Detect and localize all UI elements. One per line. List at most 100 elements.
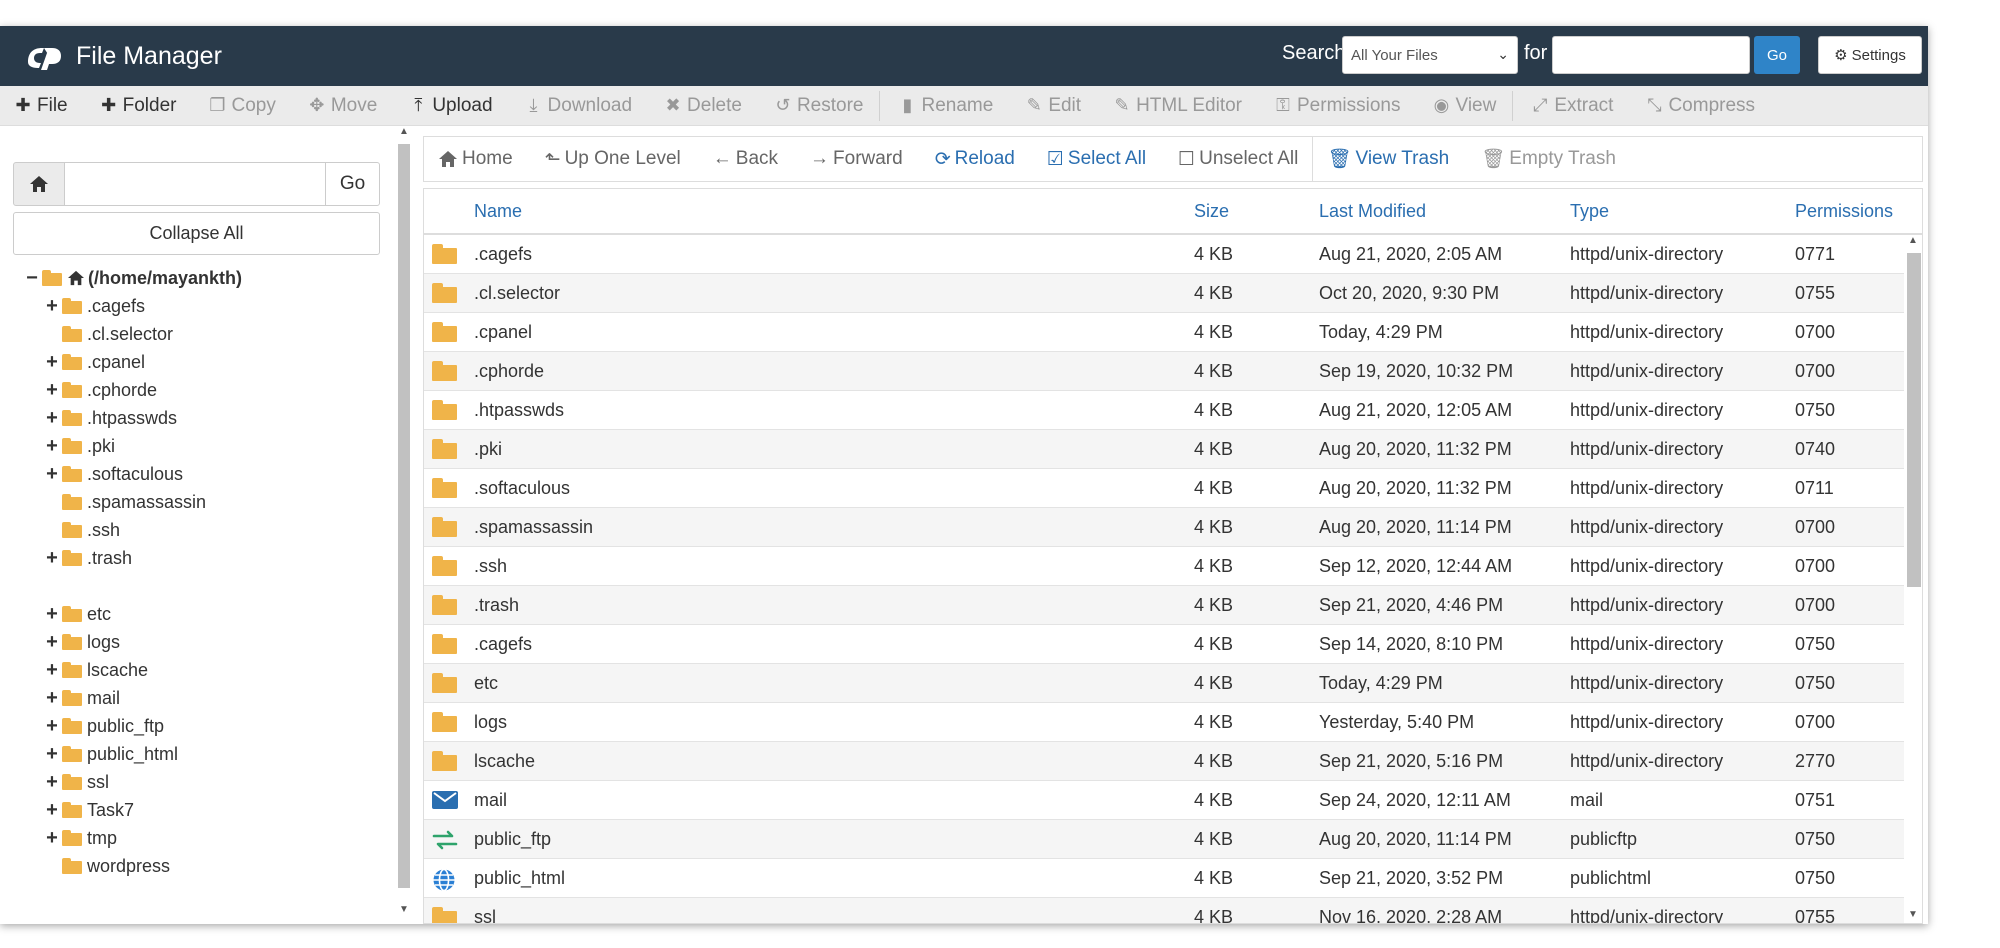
tree-item[interactable]: .spamassassin: [22, 488, 242, 516]
table-row[interactable]: .pki 4 KB Aug 20, 2020, 11:32 PM httpd/unix…: [424, 430, 1922, 469]
tree-item[interactable]: + lscache: [22, 656, 242, 684]
unselect-all-button[interactable]: ☐ Unselect All: [1178, 148, 1298, 171]
upload-button[interactable]: ⤒ Upload: [409, 95, 492, 117]
plus-icon[interactable]: +: [42, 659, 62, 682]
tree-item[interactable]: + .trash: [22, 544, 242, 572]
table-row[interactable]: mail 4 KB Sep 24, 2020, 12:11 AM mail 0751: [424, 781, 1922, 820]
tree-item[interactable]: + .pki: [22, 432, 242, 460]
column-header-permissions[interactable]: Permissions: [1795, 201, 1893, 222]
search-go-button[interactable]: Go: [1754, 36, 1800, 74]
plus-icon[interactable]: +: [42, 435, 62, 458]
plus-icon[interactable]: +: [42, 603, 62, 626]
plus-icon[interactable]: +: [42, 407, 62, 430]
tree-item[interactable]: + logs: [22, 628, 242, 656]
table-row[interactable]: .cphorde 4 KB Sep 19, 2020, 10:32 PM httpd/…: [424, 352, 1922, 391]
home-button[interactable]: [13, 162, 65, 206]
table-row[interactable]: .spamassassin 4 KB Aug 20, 2020, 11:14 PM h…: [424, 508, 1922, 547]
edit-button[interactable]: ✎ Edit: [1025, 95, 1081, 117]
minus-icon[interactable]: −: [22, 267, 42, 290]
path-go-button[interactable]: Go: [325, 162, 380, 206]
tree-item[interactable]: + .cagefs: [22, 292, 242, 320]
plus-icon[interactable]: +: [42, 827, 62, 850]
search-input[interactable]: [1552, 36, 1750, 74]
extract-button[interactable]: ⤢ Extract: [1531, 95, 1613, 117]
column-header-type[interactable]: Type: [1570, 201, 1609, 222]
tree-item[interactable]: + .htpasswds: [22, 404, 242, 432]
tree-item[interactable]: + mail: [22, 684, 242, 712]
rename-button[interactable]: ▮ Rename: [898, 95, 994, 117]
plus-icon[interactable]: +: [42, 295, 62, 318]
download-button[interactable]: ⤓ Download: [525, 95, 632, 117]
tree-item[interactable]: wordpress: [22, 852, 242, 880]
table-row[interactable]: .cagefs 4 KB Aug 21, 2020, 2:05 AM httpd/un…: [424, 235, 1922, 274]
scroll-down-icon[interactable]: ▼: [397, 904, 411, 915]
table-row[interactable]: ssl 4 KB Nov 16, 2020, 2:28 AM httpd/unix-d…: [424, 898, 1922, 923]
plus-icon[interactable]: +: [42, 715, 62, 738]
table-row[interactable]: .cagefs 4 KB Sep 14, 2020, 8:10 PM httpd/un…: [424, 625, 1922, 664]
tree-item[interactable]: .ssh: [22, 516, 242, 544]
table-row[interactable]: .cl.selector 4 KB Oct 20, 2020, 9:30 PM htt…: [424, 274, 1922, 313]
back-button[interactable]: ← Back: [713, 148, 778, 170]
html-editor-button[interactable]: ✎ HTML Editor: [1113, 95, 1242, 117]
move-button[interactable]: ✥ Move: [308, 95, 377, 117]
tree-item[interactable]: + .cphorde: [22, 376, 242, 404]
settings-button[interactable]: ⚙ Settings: [1818, 36, 1922, 74]
tree-item[interactable]: + tmp: [22, 824, 242, 852]
up-one-level-button[interactable]: ⬑ Up One Level: [545, 148, 681, 171]
permissions-button[interactable]: ⚿ Permissions: [1274, 95, 1400, 117]
search-scope-select[interactable]: All Your Files ⌄: [1342, 36, 1518, 74]
plus-icon[interactable]: +: [42, 379, 62, 402]
tree-item[interactable]: + .softaculous: [22, 460, 242, 488]
tree-item[interactable]: + .cpanel: [22, 348, 242, 376]
plus-icon[interactable]: +: [42, 687, 62, 710]
nav-home-button[interactable]: Home: [438, 148, 513, 170]
table-row[interactable]: .softaculous 4 KB Aug 20, 2020, 11:32 PM ht…: [424, 469, 1922, 508]
table-row[interactable]: public_html 4 KB Sep 21, 2020, 3:52 PM publ…: [424, 859, 1922, 898]
plus-icon[interactable]: +: [42, 631, 62, 654]
new-file-button[interactable]: ✚ File: [14, 95, 67, 117]
tree-item[interactable]: + ssl: [22, 768, 242, 796]
column-header-size[interactable]: Size: [1194, 201, 1229, 222]
table-scrollbar[interactable]: ▲ ▼: [1904, 235, 1922, 923]
tree-item[interactable]: .cl.selector: [22, 320, 242, 348]
scrollbar-thumb[interactable]: [1907, 253, 1921, 587]
plus-icon[interactable]: +: [42, 771, 62, 794]
table-row[interactable]: .ssh 4 KB Sep 12, 2020, 12:44 AM httpd/unix…: [424, 547, 1922, 586]
table-row[interactable]: lscache 4 KB Sep 21, 2020, 5:16 PM httpd/un…: [424, 742, 1922, 781]
plus-icon[interactable]: +: [42, 351, 62, 374]
tree-scrollbar[interactable]: ▲ ▼: [397, 126, 411, 918]
table-row[interactable]: .htpasswds 4 KB Aug 21, 2020, 12:05 AM http…: [424, 391, 1922, 430]
tree-item[interactable]: + Task7: [22, 796, 242, 824]
scroll-up-icon[interactable]: ▲: [397, 126, 411, 137]
select-all-button[interactable]: ☑ Select All: [1047, 148, 1146, 171]
table-row[interactable]: logs 4 KB Yesterday, 5:40 PM httpd/unix-dir…: [424, 703, 1922, 742]
path-input[interactable]: [64, 162, 326, 206]
delete-button[interactable]: ✖ Delete: [664, 95, 741, 117]
scrollbar-thumb[interactable]: [398, 144, 410, 888]
plus-icon[interactable]: +: [42, 463, 62, 486]
scroll-down-icon[interactable]: ▼: [1904, 909, 1922, 920]
plus-icon[interactable]: +: [42, 547, 62, 570]
column-header-last-modified[interactable]: Last Modified: [1319, 201, 1426, 222]
view-trash-button[interactable]: 🗑 View Trash: [1327, 147, 1449, 171]
copy-button[interactable]: ❐ Copy: [208, 95, 275, 117]
table-row[interactable]: etc 4 KB Today, 4:29 PM httpd/unix-director…: [424, 664, 1922, 703]
tree-item[interactable]: + etc: [22, 600, 242, 628]
view-button[interactable]: ◉ View: [1432, 95, 1497, 117]
table-row[interactable]: .trash 4 KB Sep 21, 2020, 4:46 PM httpd/uni…: [424, 586, 1922, 625]
tree-root[interactable]: − (/home/mayankth): [22, 264, 242, 292]
forward-button[interactable]: → Forward: [810, 148, 903, 170]
scroll-up-icon[interactable]: ▲: [1904, 235, 1922, 246]
collapse-all-button[interactable]: Collapse All: [13, 212, 380, 255]
table-row[interactable]: public_ftp 4 KB Aug 20, 2020, 11:14 PM publ…: [424, 820, 1922, 859]
plus-icon[interactable]: +: [42, 743, 62, 766]
tree-item[interactable]: + public_html: [22, 740, 242, 768]
table-row[interactable]: .cpanel 4 KB Today, 4:29 PM httpd/unix-dire…: [424, 313, 1922, 352]
plus-icon[interactable]: +: [42, 799, 62, 822]
column-header-name[interactable]: Name: [474, 201, 522, 222]
compress-button[interactable]: ⤡ Compress: [1645, 95, 1755, 117]
reload-button[interactable]: ⟳ Reload: [935, 148, 1015, 171]
restore-button[interactable]: ↺ Restore: [774, 95, 863, 117]
empty-trash-button[interactable]: 🗑 Empty Trash: [1481, 147, 1616, 171]
new-folder-button[interactable]: ✚ Folder: [100, 95, 176, 117]
